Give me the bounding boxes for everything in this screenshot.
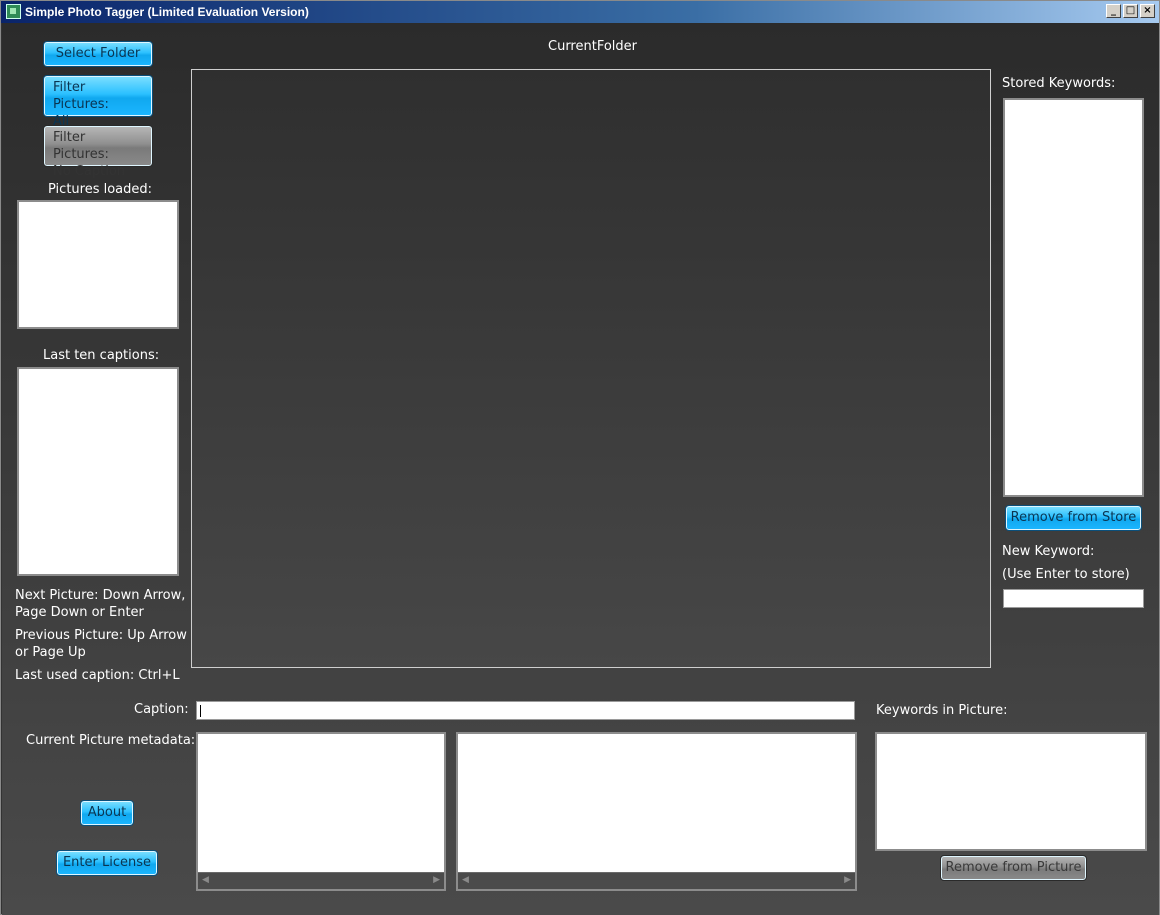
picture-display-area[interactable] — [191, 69, 991, 668]
help-next-line-2: Page Down or Enter — [15, 605, 144, 620]
text-caret — [200, 705, 201, 717]
last-ten-captions-list[interactable] — [17, 367, 179, 576]
filter-no-caption-label-2: No Caption — [53, 164, 126, 179]
close-button[interactable]: × — [1140, 4, 1155, 18]
caption-input[interactable] — [196, 701, 855, 720]
scroll-left-icon[interactable]: ◀ — [462, 875, 469, 885]
metadata-left-scrollbar[interactable]: ◀ ▶ — [198, 872, 444, 889]
metadata-list-left[interactable]: ◀ ▶ — [196, 732, 446, 891]
remove-from-picture-button[interactable]: Remove from Picture — [940, 855, 1087, 881]
maximize-button[interactable]: □ — [1123, 4, 1138, 18]
keywords-in-picture-label: Keywords in Picture: — [876, 703, 1008, 718]
select-folder-button[interactable]: Select Folder — [43, 41, 153, 67]
minimize-button[interactable]: _ — [1106, 4, 1121, 18]
new-keyword-label: New Keyword: — [1002, 544, 1095, 559]
stored-keywords-label: Stored Keywords: — [1002, 76, 1116, 91]
app-photo-icon — [6, 4, 21, 19]
pictures-loaded-label: Pictures loaded: — [48, 182, 153, 197]
client-area: Select Folder Filter Pictures: All Filte… — [2, 23, 1159, 915]
app-window: Simple Photo Tagger (Limited Evaluation … — [0, 0, 1160, 915]
caption-label: Caption: — [134, 702, 189, 717]
help-prev-line-2: or Page Up — [15, 645, 86, 660]
window-title: Simple Photo Tagger (Limited Evaluation … — [25, 5, 309, 19]
scroll-right-icon[interactable]: ▶ — [844, 875, 851, 885]
remove-from-store-button[interactable]: Remove from Store — [1005, 505, 1142, 531]
filter-no-caption-button[interactable]: Filter Pictures: No Caption — [43, 125, 153, 179]
help-last-caption: Last used caption: Ctrl+L — [15, 668, 180, 683]
stored-keywords-list[interactable] — [1003, 98, 1144, 497]
pictures-loaded-list[interactable] — [17, 200, 179, 329]
filter-all-button[interactable]: Filter Pictures: All — [43, 75, 153, 129]
filter-no-caption-label-1: Filter Pictures: — [53, 130, 109, 162]
about-button[interactable]: About — [80, 800, 134, 826]
scroll-right-icon[interactable]: ▶ — [433, 875, 440, 885]
metadata-right-scrollbar[interactable]: ◀ ▶ — [458, 872, 855, 889]
window-controls: _ □ × — [1106, 4, 1155, 18]
help-next-line-1: Next Picture: Down Arrow, — [15, 588, 186, 603]
use-enter-hint: (Use Enter to store) — [1002, 567, 1130, 582]
filter-all-label-1: Filter Pictures: — [53, 80, 109, 112]
keywords-in-picture-list[interactable] — [875, 732, 1147, 851]
metadata-label: Current Picture metadata: — [26, 733, 196, 748]
enter-license-button[interactable]: Enter License — [56, 850, 158, 876]
help-prev-line-1: Previous Picture: Up Arrow — [15, 628, 187, 643]
new-keyword-input[interactable] — [1003, 589, 1144, 608]
scroll-left-icon[interactable]: ◀ — [202, 875, 209, 885]
last-ten-captions-label: Last ten captions: — [43, 348, 160, 363]
metadata-list-right[interactable]: ◀ ▶ — [456, 732, 857, 891]
title-bar[interactable]: Simple Photo Tagger (Limited Evaluation … — [1, 1, 1159, 23]
current-folder-label: CurrentFolder — [548, 39, 638, 54]
